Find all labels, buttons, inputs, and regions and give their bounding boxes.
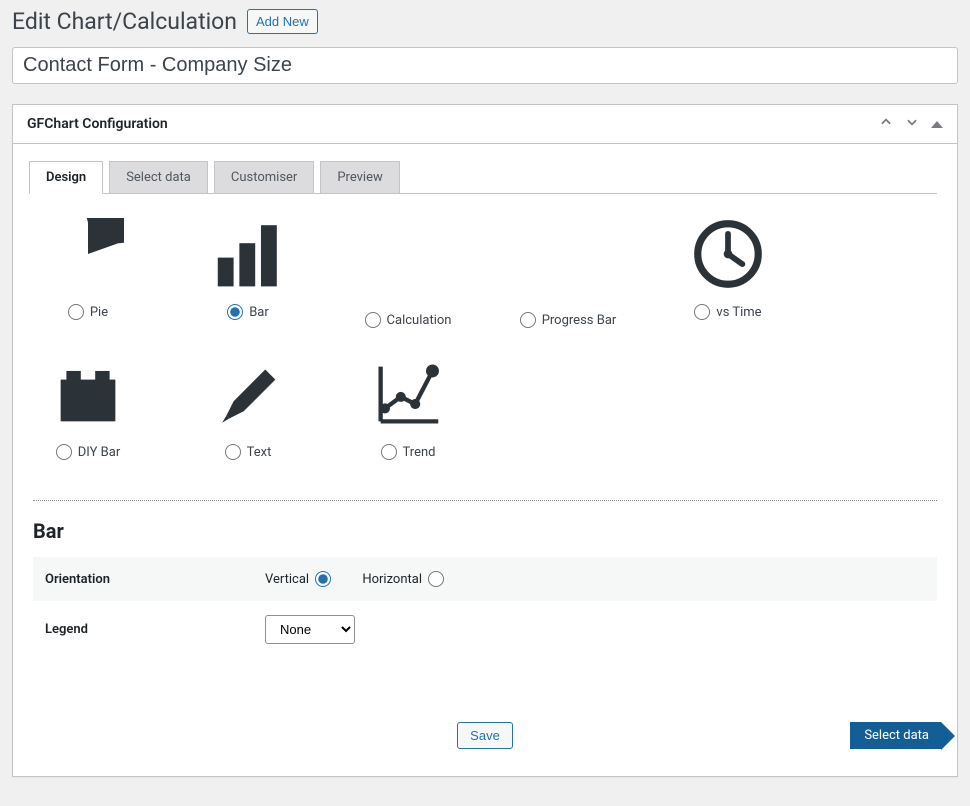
orientation-vertical-label: Vertical bbox=[265, 572, 309, 587]
panel-move-down-icon[interactable] bbox=[905, 115, 919, 133]
tab-customiser[interactable]: Customiser bbox=[214, 161, 314, 194]
chart-type-calculation-radio[interactable] bbox=[365, 312, 381, 328]
orientation-horizontal-label: Horizontal bbox=[362, 572, 422, 587]
chart-type-diybar-label: DIY Bar bbox=[78, 445, 121, 460]
clock-icon bbox=[692, 218, 764, 294]
chart-type-bar-label: Bar bbox=[249, 305, 269, 320]
chart-type-trend-label: Trend bbox=[403, 445, 436, 460]
chart-type-diybar-radio[interactable] bbox=[56, 444, 72, 460]
chart-type-bar-radio[interactable] bbox=[227, 304, 243, 320]
chart-type-trend-radio[interactable] bbox=[381, 444, 397, 460]
chart-type-pie-radio[interactable] bbox=[68, 304, 84, 320]
orientation-vertical-radio[interactable] bbox=[315, 571, 331, 587]
chart-type-vstime-label: vs Time bbox=[716, 305, 761, 320]
tab-select-data[interactable]: Select data bbox=[109, 161, 208, 194]
tab-design[interactable]: Design bbox=[29, 161, 103, 194]
trend-icon bbox=[372, 358, 444, 434]
save-button[interactable]: Save bbox=[457, 722, 513, 749]
orientation-label: Orientation bbox=[33, 557, 253, 601]
chart-type-text-label: Text bbox=[247, 445, 272, 460]
chart-title-input[interactable] bbox=[12, 47, 958, 84]
next-step-button[interactable]: Select data bbox=[850, 722, 941, 749]
tab-preview[interactable]: Preview bbox=[320, 161, 399, 194]
chart-type-pie-label: Pie bbox=[90, 305, 108, 320]
section-heading: Bar bbox=[33, 519, 937, 543]
diy-bar-icon bbox=[52, 358, 124, 434]
panel-title: GFChart Configuration bbox=[27, 116, 168, 132]
legend-label: Legend bbox=[33, 601, 253, 658]
chart-type-vstime-radio[interactable] bbox=[694, 304, 710, 320]
orientation-horizontal-radio[interactable] bbox=[428, 571, 444, 587]
config-tabs: Design Select data Customiser Preview bbox=[29, 160, 937, 194]
page-title: Edit Chart/Calculation bbox=[12, 8, 237, 35]
pencil-icon bbox=[212, 358, 284, 434]
bar-icon bbox=[212, 218, 284, 294]
panel-move-up-icon[interactable] bbox=[879, 115, 893, 133]
chart-type-text-radio[interactable] bbox=[225, 444, 241, 460]
chart-type-progress-label: Progress Bar bbox=[542, 313, 617, 328]
chart-type-progress-radio[interactable] bbox=[520, 312, 536, 328]
divider bbox=[33, 500, 937, 501]
chart-type-calculation-label: Calculation bbox=[387, 313, 452, 328]
pie-icon bbox=[52, 218, 124, 294]
add-new-button[interactable]: Add New bbox=[247, 9, 318, 34]
config-panel: GFChart Configuration Design Select data… bbox=[12, 104, 958, 777]
legend-select[interactable]: None bbox=[265, 615, 355, 644]
panel-toggle-icon[interactable] bbox=[931, 121, 943, 128]
